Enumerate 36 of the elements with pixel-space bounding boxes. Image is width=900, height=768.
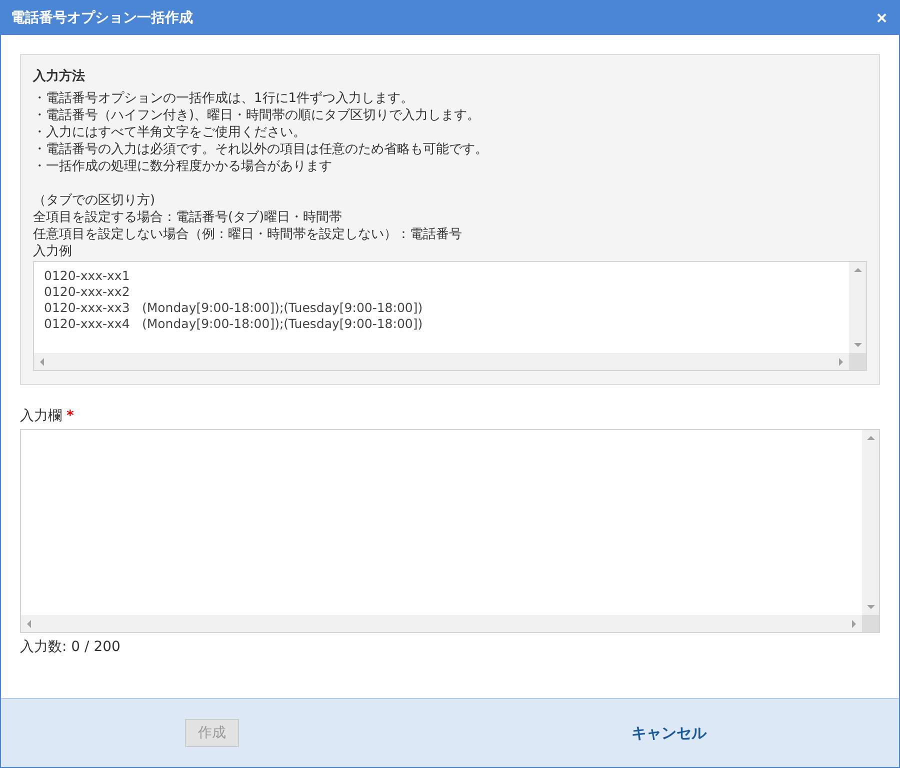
cancel-button[interactable]: キャンセル <box>626 722 712 744</box>
input-count: 入力数: 0 / 200 <box>20 638 122 656</box>
note-text: 任意項目を設定しない場合（例：曜日・時間帯を設定しない）：電話番号 <box>33 226 463 243</box>
example-phone-text: 0120-xxx-xx1 <box>44 268 131 284</box>
vertical-scrollbar[interactable] <box>849 262 866 353</box>
input-textarea[interactable] <box>20 429 880 633</box>
horizontal-scrollbar[interactable] <box>21 615 862 632</box>
example-label: 入力例 <box>33 243 73 260</box>
vertical-scrollbar[interactable] <box>862 430 879 615</box>
example-phone-text: 0120-xxx-xx3 <box>44 300 131 316</box>
scroll-down-icon[interactable] <box>854 343 862 347</box>
scroll-down-icon[interactable] <box>866 605 874 609</box>
instruction-text: ・一括作成の処理に数分程度かかる場合があります <box>33 158 333 175</box>
scroll-left-icon[interactable] <box>40 358 44 366</box>
example-schedule-text: (Monday[9:00-18:00]);(Tuesday[9:00-18:00]) <box>142 300 423 316</box>
scroll-up-icon[interactable] <box>866 436 874 440</box>
note-text: （タブでの区切り方) <box>33 192 156 209</box>
required-mark: * <box>66 408 74 424</box>
instruction-text: ・電話番号（ハイフン付き)、曜日・時間帯の順にタブ区切りで入力します。 <box>33 107 482 124</box>
instruction-text: ・電話番号オプションの一括作成は、1行に1件ずつ入力します。 <box>33 90 415 107</box>
instruction-text: ・入力にはすべて半角文字をご使用ください。 <box>33 124 307 141</box>
example-phone-text: 0120-xxx-xx2 <box>44 284 131 300</box>
window-title: 電話番号オプション一括作成 <box>11 9 193 27</box>
instruction-text: ・電話番号の入力は必須です。それ以外の項目は任意のため省略も可能です。 <box>33 141 489 158</box>
scroll-left-icon[interactable] <box>27 620 31 628</box>
example-phone-text: 0120-xxx-xx4 <box>44 316 131 332</box>
scrollbar-corner <box>862 615 879 632</box>
close-button[interactable]: × <box>874 9 889 27</box>
instructions-heading: 入力方法 <box>33 68 86 85</box>
input-label: 入力欄 <box>20 408 62 424</box>
scroll-right-icon[interactable] <box>839 358 843 366</box>
scroll-up-icon[interactable] <box>854 268 862 272</box>
scroll-right-icon[interactable] <box>852 620 856 628</box>
note-text: 全項目を設定する場合：電話番号(タブ)曜日・時間帯 <box>33 209 344 226</box>
example-schedule-text: (Monday[9:00-18:00]);(Tuesday[9:00-18:00]) <box>142 316 423 332</box>
horizontal-scrollbar[interactable] <box>34 353 849 370</box>
